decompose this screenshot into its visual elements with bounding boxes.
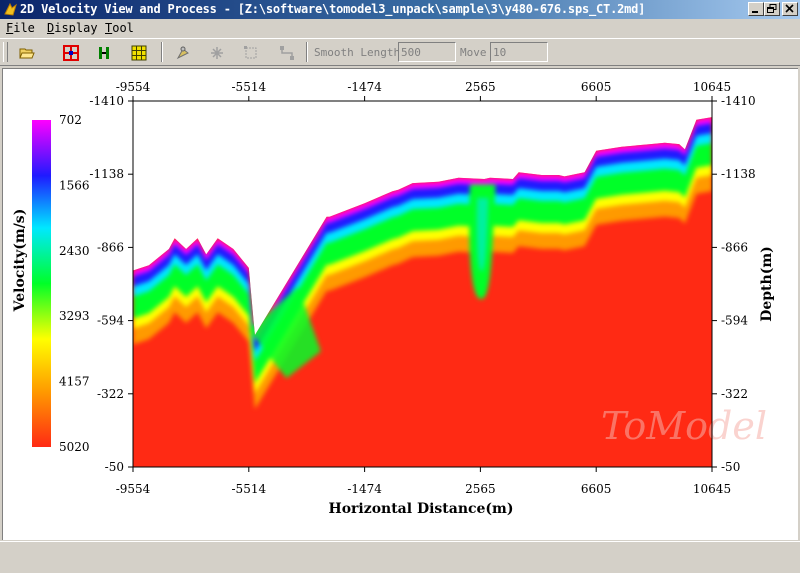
x-tick-label-bottom: -1474 (347, 482, 382, 496)
plot-canvas[interactable]: ToModel -9554 -9554 -5514 -5514 -1474 -1474 25… (2, 68, 798, 540)
window-title: 2D Velocity View and Process - [Z:\softw… (20, 2, 646, 16)
menu-tool[interactable]: Tool (105, 21, 134, 35)
x-tick-label-bottom: 10645 (693, 482, 731, 496)
colorbar-tick-label: 3293 (59, 309, 90, 323)
restore-button[interactable] (764, 2, 780, 16)
colorbar-tick-label: 5020 (59, 440, 90, 454)
x-tick-label-top: -5514 (232, 80, 267, 94)
node-edit-icon (280, 46, 294, 60)
toolbar-separator (306, 42, 308, 62)
close-icon (785, 4, 794, 13)
x-tick-label-bottom: -9554 (116, 482, 151, 496)
grid-button[interactable] (128, 42, 150, 64)
grid-icon (131, 45, 147, 61)
colorbar-tick-label: 702 (59, 113, 82, 127)
star-tool-button (206, 42, 228, 64)
y-tick-label-left: -594 (97, 314, 124, 328)
move-input[interactable]: 10 (490, 42, 548, 62)
menu-file[interactable]: File (6, 21, 35, 35)
node-edit-button (276, 42, 298, 64)
menu-display[interactable]: Display (47, 21, 98, 35)
pick-tool-button[interactable] (172, 42, 194, 64)
restore-icon (767, 4, 777, 13)
select-box-icon (244, 46, 257, 59)
y-tick-label-left: -322 (97, 387, 124, 401)
star-tool-icon (211, 47, 223, 59)
colorbar-scale: 702 1566 2430 3293 4157 5020 (59, 113, 90, 454)
open-folder-icon (19, 48, 35, 59)
close-button[interactable] (782, 2, 798, 16)
watermark: ToModel (601, 404, 767, 448)
application-window: 2D Velocity View and Process - [Z:\softw… (0, 0, 800, 573)
y-tick-label-left: -866 (97, 240, 124, 254)
status-bar (0, 541, 800, 573)
x-tick-label-bottom: -5514 (232, 482, 267, 496)
colorbar (32, 120, 51, 447)
toolbar: Smooth Length 500 Move 10 (0, 38, 800, 66)
y-tick-label-left: -1410 (89, 94, 124, 108)
toolbar-separator (161, 42, 163, 62)
colorbar-tick-label: 4157 (59, 375, 90, 389)
x-tick-label-top: 2565 (465, 80, 496, 94)
y-tick-label-left: -50 (105, 460, 124, 474)
vertical-bars-button[interactable] (93, 42, 115, 64)
pick-tool-icon (176, 46, 189, 60)
minimize-button[interactable] (748, 2, 764, 16)
x-tick-label-bottom: 2565 (465, 482, 496, 496)
x-tick-label-top: -1474 (347, 80, 382, 94)
y-tick-label-right: -866 (721, 240, 748, 254)
velocity-plot: ToModel -9554 -9554 -5514 -5514 -1474 -1474 25… (12, 80, 775, 517)
smooth-length-label: Smooth Length (314, 46, 401, 59)
move-label: Move (460, 46, 487, 59)
x-axis-title: Horizontal Distance(m) (328, 501, 513, 517)
y-tick-label-left: -1138 (89, 167, 124, 181)
vertical-bars-icon (99, 47, 109, 59)
toolbar-grip[interactable] (3, 42, 8, 62)
y-tick-label-right: -1410 (721, 94, 756, 108)
x-tick-label-top: -9554 (116, 80, 151, 94)
crosshair-grid-button[interactable] (60, 42, 82, 64)
select-box-button (240, 42, 262, 64)
open-button[interactable] (16, 42, 38, 64)
colorbar-tick-label: 2430 (59, 244, 90, 258)
minimize-icon (752, 11, 758, 13)
x-tick-label-bottom: 6605 (581, 482, 612, 496)
y-tick-label-right: -50 (721, 460, 740, 474)
menu-bar: File Display Tool (0, 19, 800, 37)
y-axis-title: Depth(m) (759, 246, 775, 322)
colorbar-title: Velocity(m/s) (12, 209, 28, 313)
smooth-length-input[interactable]: 500 (398, 42, 456, 62)
x-tick-label-top: 10645 (693, 80, 731, 94)
app-icon (3, 2, 18, 17)
y-tick-label-right: -322 (721, 387, 748, 401)
title-bar[interactable]: 2D Velocity View and Process - [Z:\softw… (0, 0, 800, 19)
crosshair-grid-icon (63, 45, 79, 61)
colorbar-tick-label: 1566 (59, 178, 90, 192)
y-tick-label-right: -594 (721, 314, 748, 328)
y-tick-label-right: -1138 (721, 167, 756, 181)
x-tick-label-top: 6605 (581, 80, 612, 94)
